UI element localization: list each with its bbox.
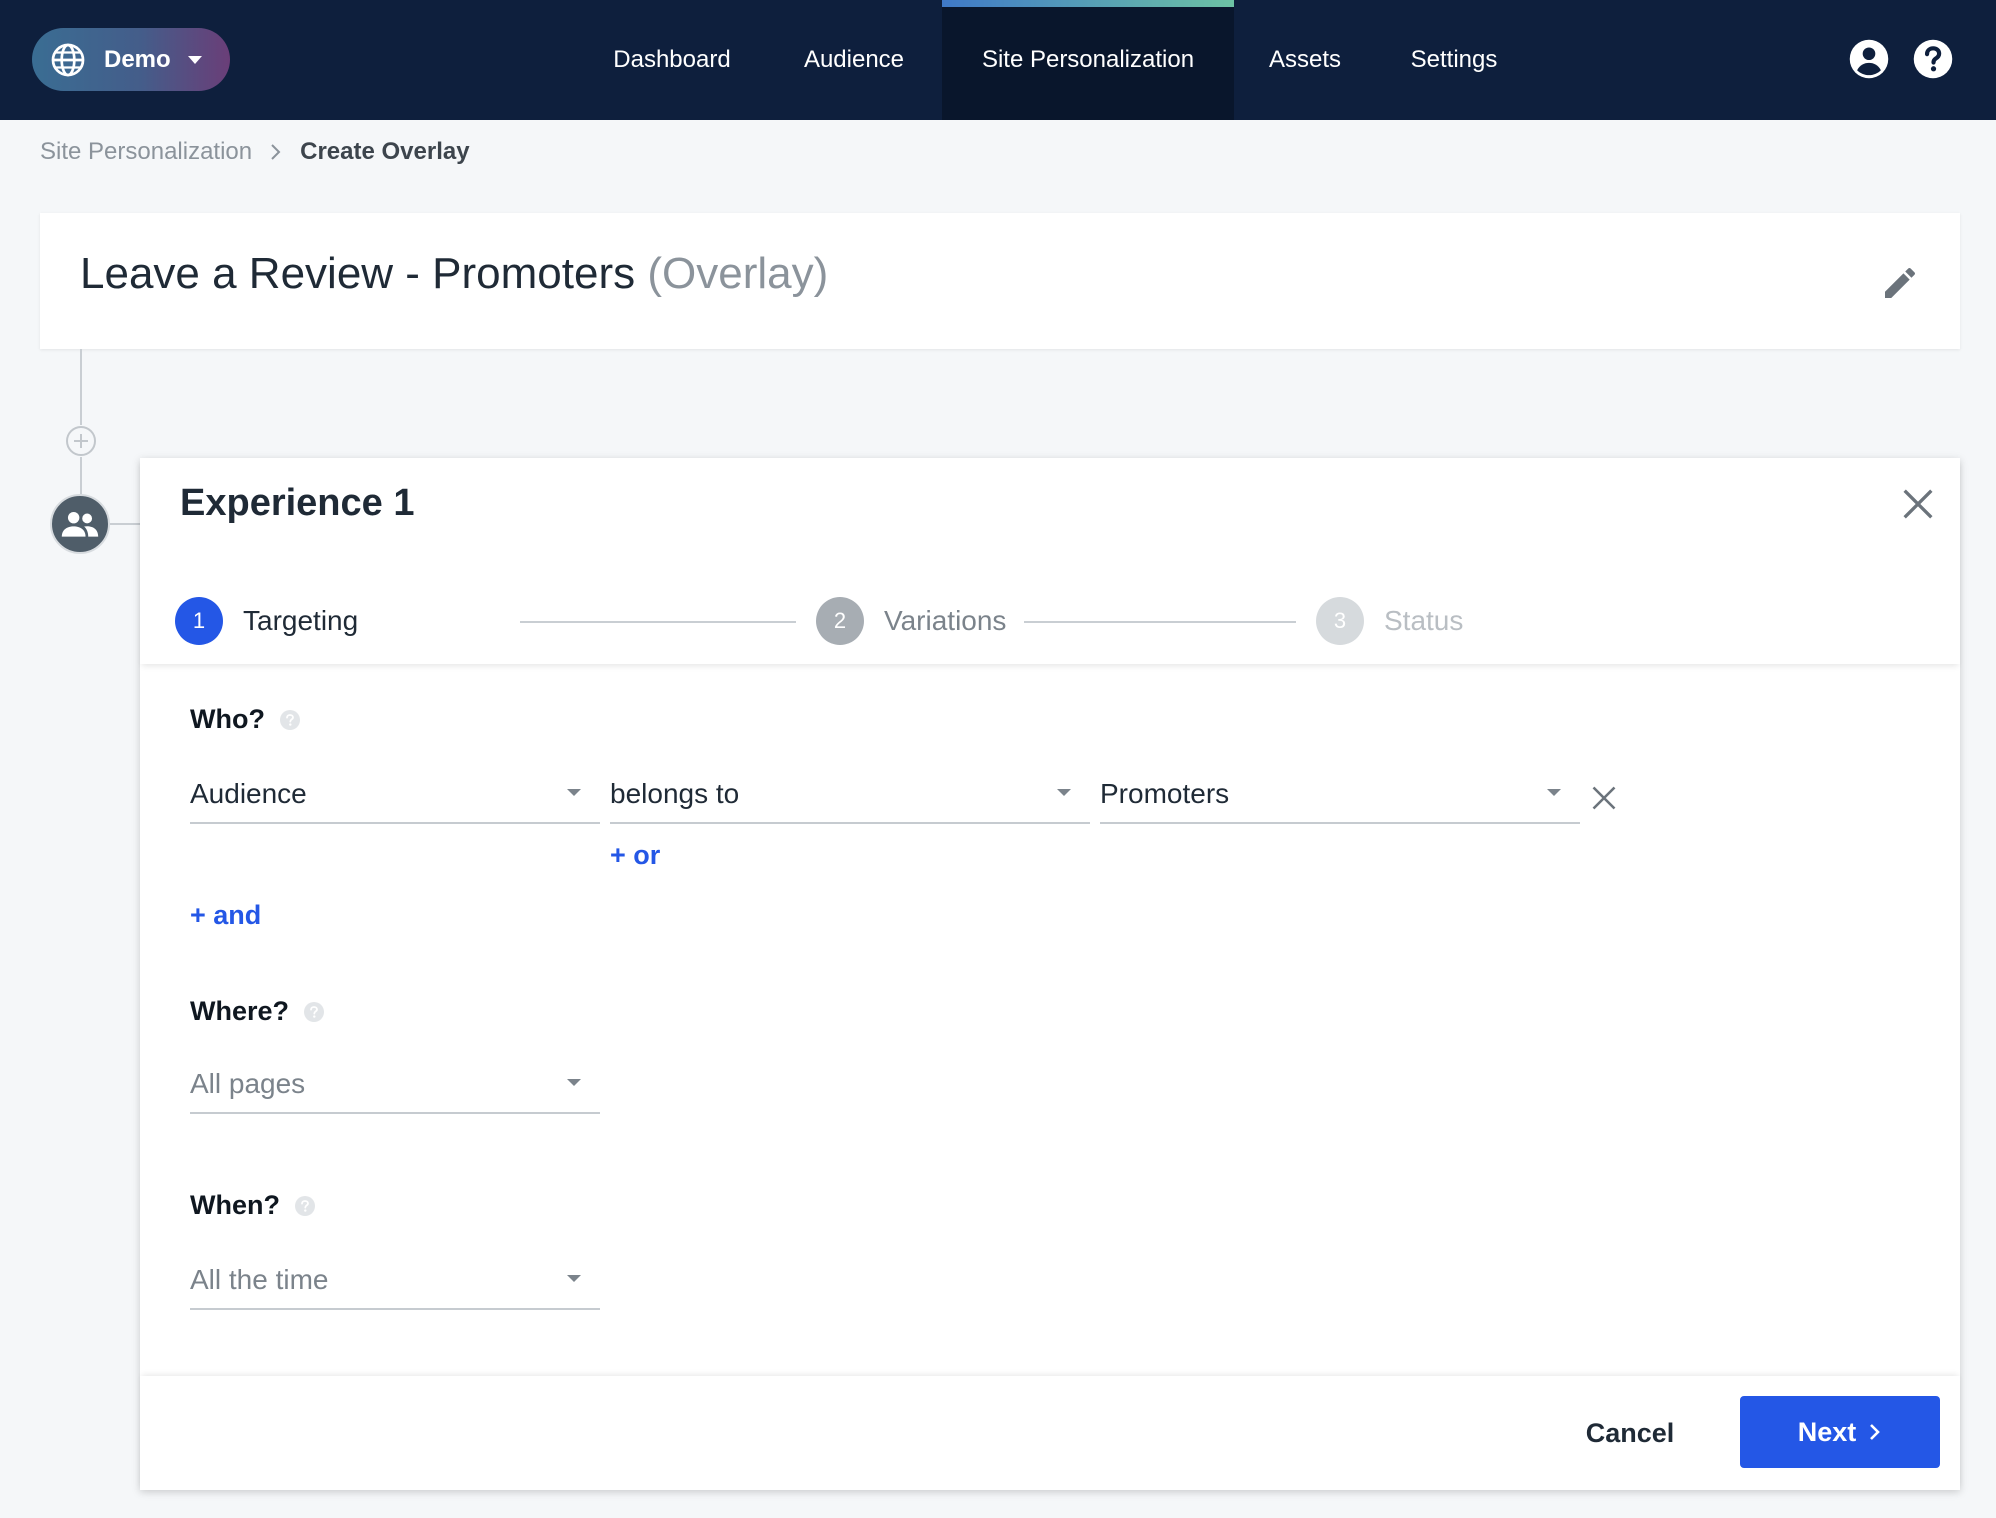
help-icon[interactable] xyxy=(1912,38,1954,80)
account-icon[interactable] xyxy=(1848,38,1890,80)
timeline-branch xyxy=(110,523,140,525)
experience-footer: Cancel Next xyxy=(140,1376,1960,1490)
when-title: When? xyxy=(190,1190,280,1220)
nav-assets-label: Assets xyxy=(1268,46,1342,73)
people-icon xyxy=(61,511,99,537)
who-field-select[interactable]: Audience xyxy=(190,772,600,824)
add-or-condition-link[interactable]: + or xyxy=(610,840,660,871)
who-title: Who? xyxy=(190,704,265,734)
add-experience-plus-icon[interactable] xyxy=(65,425,97,457)
where-section-title: Where? xyxy=(190,996,325,1027)
breadcrumb-site-personalization[interactable]: Site Personalization xyxy=(40,138,252,166)
step-3-label: Status xyxy=(1384,605,1464,636)
nav-site-personalization[interactable]: Site Personalization xyxy=(942,0,1234,120)
who-field-value: Audience xyxy=(190,778,307,809)
chevron-right-icon xyxy=(1870,1424,1881,1440)
who-value-select[interactable]: Promoters xyxy=(1100,772,1580,824)
step-connector xyxy=(1024,621,1296,623)
caret-down-icon xyxy=(1057,789,1071,796)
breadcrumb-current: Create Overlay xyxy=(300,138,470,165)
close-icon[interactable] xyxy=(1898,484,1938,524)
step-connector xyxy=(520,621,796,623)
audience-node xyxy=(50,494,110,554)
question-circle-icon[interactable] xyxy=(279,709,301,731)
where-value: All pages xyxy=(190,1068,306,1099)
next-button[interactable]: Next xyxy=(1740,1396,1940,1468)
nav-dashboard[interactable]: Dashboard xyxy=(592,0,752,120)
when-section-title: When? xyxy=(190,1190,316,1221)
edit-pencil-icon[interactable] xyxy=(1880,263,1920,303)
step-targeting[interactable]: 1 Targeting xyxy=(175,596,358,646)
targeting-form: Who? Audience belongs to Promoters + or … xyxy=(140,664,1960,1376)
cancel-button[interactable]: Cancel xyxy=(1560,1410,1700,1456)
remove-condition-close-icon[interactable] xyxy=(1590,784,1618,812)
where-select[interactable]: All pages xyxy=(190,1062,600,1114)
step-2-label: Variations xyxy=(884,605,1007,636)
campaign-title: Leave a Review - Promoters (Overlay) xyxy=(80,249,828,299)
step-1-label: Targeting xyxy=(243,605,359,636)
nav-audience[interactable]: Audience xyxy=(776,0,932,120)
add-and-condition-link[interactable]: + and xyxy=(190,900,261,931)
question-circle-icon[interactable] xyxy=(294,1195,316,1217)
experience-header: Experience 1 1 Targeting 2 Variations 3 … xyxy=(140,458,1960,664)
nav-dashboard-label: Dashboard xyxy=(613,46,731,73)
campaign-name: Leave a Review - Promoters xyxy=(80,249,636,298)
where-title: Where? xyxy=(190,996,290,1026)
campaign-title-card: Leave a Review - Promoters (Overlay) xyxy=(40,213,1960,349)
step-1-number: 1 xyxy=(175,597,223,645)
nav-site-personalization-label: Site Personalization xyxy=(981,46,1195,73)
caret-down-icon xyxy=(567,789,581,796)
experience-panel: Experience 1 1 Targeting 2 Variations 3 … xyxy=(140,458,1960,1490)
nav-settings-label: Settings xyxy=(1410,46,1498,73)
who-operator-value: belongs to xyxy=(610,778,740,809)
nav-settings[interactable]: Settings xyxy=(1392,0,1516,120)
next-button-label: Next xyxy=(1797,1416,1857,1447)
chevron-right-icon xyxy=(271,144,281,160)
question-circle-icon[interactable] xyxy=(303,1001,325,1023)
top-navigation-bar: Demo Dashboard Audience Site Personaliza… xyxy=(0,0,1996,120)
experience-title: Experience 1 xyxy=(180,482,415,524)
nav-audience-label: Audience xyxy=(803,46,905,73)
campaign-type: (Overlay) xyxy=(647,249,829,298)
who-section-title: Who? xyxy=(190,704,301,735)
caret-down-icon xyxy=(567,1079,581,1086)
when-select[interactable]: All the time xyxy=(190,1258,600,1310)
breadcrumb: Site Personalization Create Overlay xyxy=(40,136,470,168)
who-operator-select[interactable]: belongs to xyxy=(610,772,1090,824)
step-variations[interactable]: 2 Variations xyxy=(816,596,1006,646)
step-2-number: 2 xyxy=(816,597,864,645)
when-value: All the time xyxy=(190,1264,329,1295)
step-status: 3 Status xyxy=(1316,596,1463,646)
nav-assets[interactable]: Assets xyxy=(1250,0,1360,120)
caret-down-icon xyxy=(1547,789,1561,796)
main-nav: Dashboard Audience Site Personalization … xyxy=(0,0,1996,120)
stepper: 1 Targeting 2 Variations 3 Status xyxy=(175,596,1475,646)
step-3-number: 3 xyxy=(1316,597,1364,645)
who-value-value: Promoters xyxy=(1100,778,1230,809)
caret-down-icon xyxy=(567,1275,581,1282)
